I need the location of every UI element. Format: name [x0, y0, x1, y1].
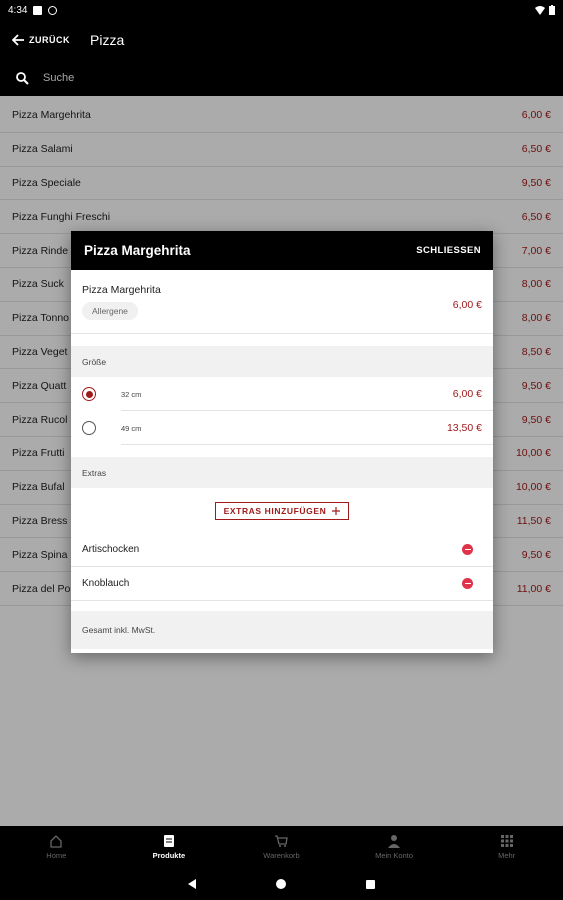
battery-icon [549, 5, 555, 15]
page-title: Pizza [90, 32, 125, 48]
system-recents-icon[interactable] [366, 879, 375, 889]
nav-more[interactable]: Mehr [450, 826, 563, 868]
cart-icon [275, 835, 289, 847]
size-label: 32 cm [121, 389, 142, 399]
more-grid-icon [500, 835, 513, 847]
size-option[interactable]: 32 cm 6,00 € [71, 377, 493, 411]
home-icon [50, 835, 62, 848]
system-back-icon[interactable] [188, 879, 196, 889]
product-price: 6,00 € [452, 299, 482, 311]
close-button[interactable]: SCHLIESSEN [416, 245, 481, 256]
product-name: Pizza Margehrita [82, 284, 161, 296]
search-icon [16, 71, 29, 85]
search-bar[interactable]: Suche [0, 60, 563, 96]
nav-products[interactable]: Produkte [113, 826, 226, 868]
nav-account[interactable]: Mein Konto [338, 826, 451, 868]
nav-label: Warenkorb [263, 851, 300, 860]
remove-icon[interactable] [462, 578, 473, 589]
arrow-left-icon [12, 34, 24, 46]
nav-label: Produkte [152, 851, 186, 860]
app-bar: ZURÜCK Pizza [0, 20, 563, 60]
radio-unselected-icon[interactable] [82, 421, 96, 435]
extra-name: Knoblauch [82, 578, 130, 589]
nav-label: Mein Konto [375, 851, 414, 860]
product-summary: Pizza Margehrita Allergene 6,00 € [71, 270, 493, 334]
extras-button-wrap: EXTRAS HINZUFÜGEN [71, 488, 493, 533]
add-extras-label: EXTRAS HINZUFÜGEN [223, 505, 327, 516]
size-price: 13,50 € [446, 422, 482, 434]
nav-label: Mehr [498, 851, 516, 860]
extra-item: Knoblauch [71, 567, 493, 601]
size-section-header: Größe [71, 346, 493, 377]
size-price: 6,00 € [452, 388, 482, 400]
nav-label: Home [46, 851, 67, 860]
plus-icon [332, 506, 341, 515]
products-icon [163, 835, 174, 847]
status-bar: 4:34 [0, 0, 563, 20]
remove-icon[interactable] [462, 544, 473, 555]
wifi-icon [535, 5, 545, 15]
radio-selected-icon[interactable] [82, 387, 96, 401]
nav-home[interactable]: Home [0, 826, 113, 868]
notification-icon [33, 5, 43, 15]
system-home-icon[interactable] [276, 879, 286, 889]
bottom-nav: Home Produkte Warenkorb Mein Konto Mehr [0, 826, 563, 868]
total-row: Gesamt inkl. MwSt. [71, 611, 493, 649]
product-modal: Pizza Margehrita SCHLIESSEN Pizza Margeh… [71, 231, 493, 653]
account-icon [388, 835, 401, 848]
system-nav-bar [0, 868, 563, 900]
add-extras-button[interactable]: EXTRAS HINZUFÜGEN [214, 501, 350, 520]
nav-cart[interactable]: Warenkorb [225, 826, 338, 868]
extra-name: Artischocken [82, 544, 140, 555]
search-input[interactable]: Suche [43, 72, 74, 84]
modal-header: Pizza Margehrita SCHLIESSEN [71, 231, 493, 270]
sync-icon [48, 5, 58, 15]
back-button[interactable]: ZURÜCK [12, 34, 70, 46]
divider [121, 444, 493, 445]
size-label: 49 cm [121, 423, 142, 433]
allergene-button[interactable]: Allergene [82, 302, 138, 320]
back-label: ZURÜCK [29, 35, 70, 45]
modal-title: Pizza Margehrita [84, 243, 191, 258]
extra-item: Artischocken [71, 533, 493, 567]
size-option[interactable]: 49 cm 13,50 € [71, 411, 493, 445]
extras-section-header: Extras [71, 457, 493, 488]
status-time: 4:34 [8, 4, 28, 16]
